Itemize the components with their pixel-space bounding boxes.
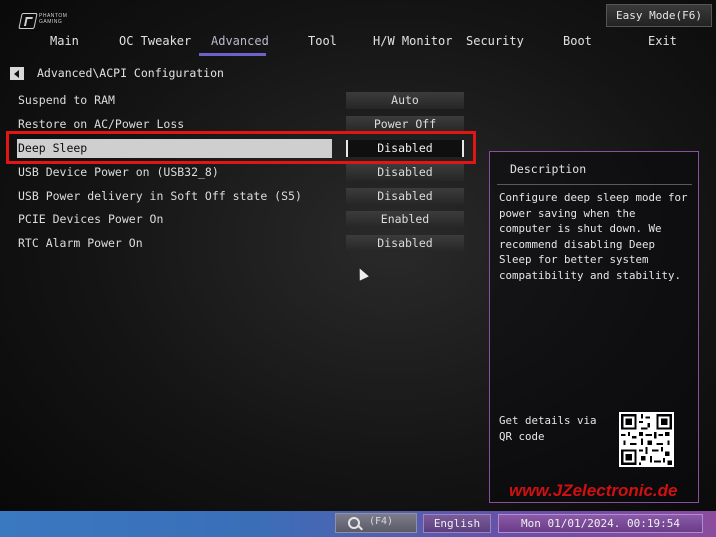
- mouse-cursor-icon: [355, 266, 369, 281]
- setting-row-pcie-devices-power-on[interactable]: PCIE Devices Power On Enabled: [17, 211, 465, 229]
- watermark-text: www.JZelectronic.de: [509, 481, 678, 500]
- setting-row-usb-power-delivery-s5[interactable]: USB Power delivery in Soft Off state (S5…: [17, 188, 465, 206]
- setting-label: USB Device Power on (USB32_8): [18, 165, 219, 179]
- language-button[interactable]: English: [423, 514, 491, 533]
- tab-tool[interactable]: Tool: [308, 34, 337, 48]
- description-panel: Description Configure deep sleep mode fo…: [489, 151, 699, 503]
- setting-value[interactable]: Enabled: [346, 211, 464, 228]
- setting-label: USB Power delivery in Soft Off state (S5…: [18, 189, 302, 203]
- annotation-highlight-box: [6, 131, 476, 164]
- tab-main[interactable]: Main: [50, 34, 79, 48]
- setting-value[interactable]: Disabled: [346, 188, 464, 205]
- setting-label: PCIE Devices Power On: [18, 212, 164, 226]
- tab-security[interactable]: Security: [466, 34, 524, 48]
- setting-row-rtc-alarm-power-on[interactable]: RTC Alarm Power On Disabled: [17, 235, 465, 253]
- search-icon: [348, 517, 360, 529]
- setting-row-suspend-to-ram[interactable]: Suspend to RAM Auto: [17, 92, 465, 110]
- brand-logo-icon: [18, 13, 38, 29]
- description-divider: [497, 184, 692, 185]
- setting-row-usb-device-power-on[interactable]: USB Device Power on (USB32_8) Disabled: [17, 164, 465, 182]
- tab-advanced[interactable]: Advanced: [211, 34, 269, 48]
- qr-code-icon: [619, 412, 674, 467]
- tab-oc-tweaker[interactable]: OC Tweaker: [119, 34, 191, 48]
- datetime-display: Mon 01/01/2024. 00:19:54: [498, 514, 703, 533]
- description-body: Configure deep sleep mode for power savi…: [499, 191, 688, 282]
- active-tab-indicator: [199, 53, 266, 56]
- setting-value[interactable]: Disabled: [346, 235, 464, 252]
- search-shortcut: (F4): [369, 516, 394, 527]
- tab-exit[interactable]: Exit: [648, 34, 677, 48]
- setting-value[interactable]: Disabled: [346, 164, 464, 181]
- easy-mode-button[interactable]: Easy Mode(F6): [606, 4, 712, 27]
- qr-label: Get details via QR code: [499, 414, 597, 443]
- search-button[interactable]: (F4): [335, 513, 417, 533]
- tab-hw-monitor[interactable]: H/W Monitor: [373, 34, 452, 48]
- tab-boot[interactable]: Boot: [563, 34, 592, 48]
- breadcrumb-path: Advanced\ACPI Configuration: [37, 66, 224, 80]
- setting-label: RTC Alarm Power On: [18, 236, 143, 250]
- setting-value[interactable]: Auto: [346, 92, 464, 109]
- setting-label: Suspend to RAM: [18, 93, 115, 107]
- setting-label: Restore on AC/Power Loss: [18, 117, 185, 131]
- logo-line2: GAMING: [39, 19, 63, 25]
- top-menu: Main OC Tweaker Advanced Tool H/W Monito…: [0, 34, 716, 56]
- brand-logo: PHANTOM GAMING: [18, 11, 78, 29]
- back-arrow-icon[interactable]: [10, 67, 24, 80]
- description-title: Description: [510, 162, 587, 176]
